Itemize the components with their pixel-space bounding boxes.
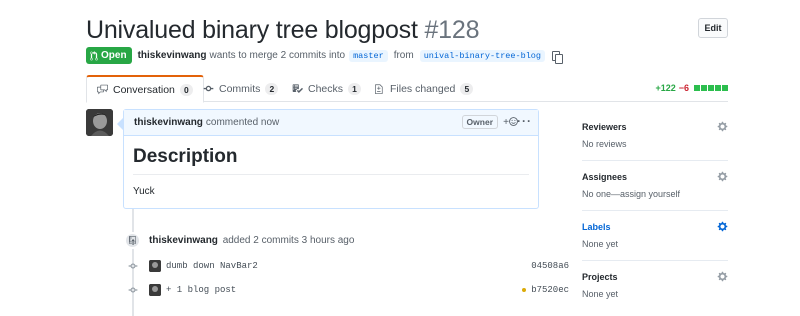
pending-status-icon[interactable] — [522, 288, 527, 292]
user-photo-icon — [149, 260, 161, 272]
tab-label: Commits — [219, 82, 261, 95]
commit-sha[interactable]: 04508a6 — [531, 261, 569, 271]
comment-discussion-icon — [97, 84, 108, 95]
file-diff-icon — [375, 84, 383, 94]
user-photo-icon — [86, 109, 113, 136]
diffstat-block — [701, 85, 707, 91]
sidebar-value: No reviews — [582, 139, 627, 149]
tab-checks[interactable]: Checks 1 — [282, 75, 371, 102]
edit-button[interactable]: Edit — [698, 18, 728, 38]
comment-box: thiskevinwang commented now Owner + ··· … — [117, 109, 539, 209]
user-photo-icon — [149, 284, 161, 296]
sidebar-labels: Labels None yet — [582, 211, 728, 261]
head-branch[interactable]: unival-binary-tree-blog — [419, 49, 546, 62]
pr-meta: Open thiskevinwang wants to merge 2 comm… — [86, 47, 564, 64]
comment-heading: Description — [133, 146, 529, 175]
git-commit-icon — [203, 85, 214, 92]
add-reaction-button[interactable]: + — [503, 117, 518, 128]
avatar[interactable] — [149, 284, 161, 296]
pr-header: Univalued binary tree blogpost #128 Edit — [86, 14, 728, 48]
status-label: Open — [101, 50, 127, 61]
sidebar-reviewers: Reviewers No reviews — [582, 111, 728, 161]
sidebar-title: Assignees — [582, 172, 628, 182]
tab-commits[interactable]: Commits 2 — [193, 75, 288, 102]
diffstat-block — [694, 85, 700, 91]
tab-label: Files changed — [390, 82, 456, 95]
from-text: from — [393, 50, 414, 61]
git-commit-glyph — [128, 287, 138, 293]
sidebar-value[interactable]: No one—assign yourself — [582, 189, 680, 199]
tab-conversation[interactable]: Conversation 0 — [86, 75, 204, 103]
base-branch[interactable]: master — [349, 49, 388, 62]
checklist-icon — [292, 84, 303, 93]
commit-row: + 1 blog post b7520ec — [128, 283, 569, 297]
commit-sha[interactable]: b7520ec — [522, 285, 569, 295]
commit-sha-text: b7520ec — [531, 285, 569, 295]
author-link[interactable]: thiskevinwang — [138, 50, 207, 61]
gear-icon[interactable] — [717, 171, 728, 182]
sidebar-title: Reviewers — [582, 122, 627, 132]
tab-counter: 2 — [265, 82, 279, 95]
status-badge: Open — [86, 47, 132, 64]
diffstat-block — [722, 85, 728, 91]
timeline-event-text: added 2 commits 3 hours ago — [222, 235, 355, 246]
diffstat: +122 −6 — [655, 83, 728, 93]
gear-icon[interactable] — [717, 221, 728, 232]
diffstat-blocks — [694, 85, 728, 91]
tab-label: Conversation — [113, 83, 175, 96]
deletions-count: −6 — [678, 83, 689, 93]
git-commit-icon — [128, 285, 138, 295]
timeline-event: thiskevinwang added 2 commits 3 hours ag… — [149, 235, 354, 246]
gear-icon[interactable] — [717, 271, 728, 282]
tab-counter: 5 — [460, 82, 474, 95]
sidebar-value: None yet — [582, 239, 619, 249]
tab-files-changed[interactable]: Files changed 5 — [364, 75, 483, 102]
page-title: Univalued binary tree blogpost #128 — [86, 16, 479, 45]
merge-text: wants to merge 2 commits into — [209, 50, 346, 61]
diffstat-block — [715, 85, 721, 91]
commit-message[interactable]: + 1 blog post — [166, 285, 236, 295]
git-pull-request-icon — [90, 50, 98, 60]
repo-push-icon — [124, 232, 141, 249]
owner-badge: Owner — [461, 115, 498, 129]
comment-author[interactable]: thiskevinwang — [134, 117, 203, 128]
pr-number: #128 — [424, 16, 480, 44]
sidebar-title[interactable]: Labels — [582, 222, 611, 232]
comment-action[interactable]: commented now — [206, 117, 279, 128]
sidebar-value: None yet — [582, 289, 619, 299]
comment-body: Description Yuck — [124, 136, 538, 207]
commit-row: dumb down NavBar2 04508a6 — [128, 259, 569, 273]
git-commit-glyph — [128, 263, 138, 269]
tab-label: Checks — [308, 82, 344, 95]
diffstat-block — [708, 85, 714, 91]
sidebar-title: Projects — [582, 272, 618, 282]
kebab-horizontal-icon[interactable]: ··· — [517, 114, 532, 128]
commit-message[interactable]: dumb down NavBar2 — [166, 261, 258, 271]
pr-title-text: Univalued binary tree blogpost — [86, 16, 418, 44]
avatar[interactable] — [149, 260, 161, 272]
sidebar-projects: Projects None yet — [582, 261, 728, 311]
comment-text: Yuck — [133, 186, 155, 197]
pr-tabs: Conversation 0 Commits 2 Checks 1 Files … — [86, 75, 728, 103]
git-commit-icon — [128, 261, 138, 271]
tab-counter: 0 — [179, 83, 193, 96]
clipboard-icon[interactable] — [552, 50, 564, 64]
sidebar-assignees: Assignees No one—assign yourself — [582, 161, 728, 211]
repo-push-glyph — [129, 236, 136, 245]
gear-icon[interactable] — [717, 121, 728, 132]
commit-sha-text: 04508a6 — [531, 261, 569, 271]
tab-counter: 1 — [348, 82, 362, 95]
sidebar: Reviewers No reviews Assignees No one—as… — [582, 111, 728, 311]
timeline-author[interactable]: thiskevinwang — [149, 235, 218, 246]
avatar[interactable] — [86, 109, 113, 136]
additions-count: +122 — [655, 83, 676, 93]
comment-header: thiskevinwang commented now Owner + ··· — [124, 110, 538, 136]
